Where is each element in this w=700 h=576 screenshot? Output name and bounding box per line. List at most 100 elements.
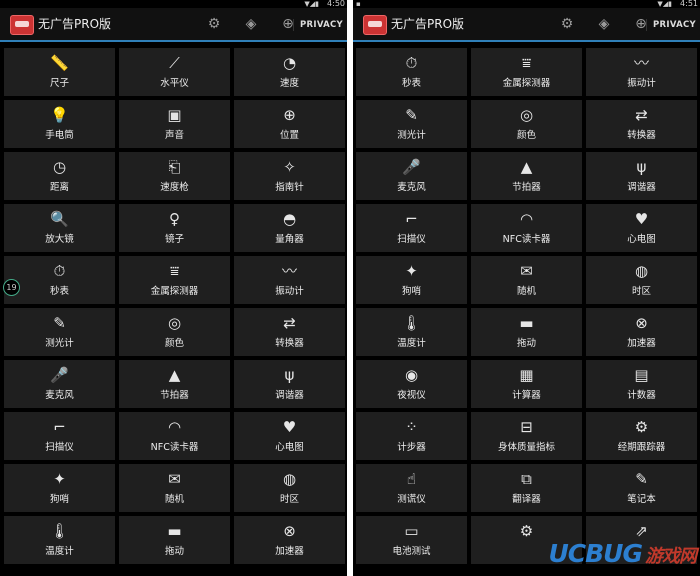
tool-tile[interactable]: ◍ 时区	[234, 464, 345, 512]
tool-label: 测光计	[45, 338, 74, 349]
tool-tile[interactable]: ◠ NFC读卡器	[119, 412, 230, 460]
tool-tile[interactable]: ✉ 随机	[471, 256, 582, 304]
dog-whistle-icon: ✦	[405, 262, 418, 280]
tool-tile[interactable]: 🌡 温度计	[356, 308, 467, 356]
tool-tile[interactable]: ⏱ 秒表	[356, 48, 467, 96]
tool-tile[interactable]: ◉ 夜视仪	[356, 360, 467, 408]
tool-label: 拖动	[164, 546, 184, 557]
tool-tile[interactable]: ✦ 狗哨	[356, 256, 467, 304]
tool-tile[interactable]: ✉ 随机	[119, 464, 230, 512]
tool-label: 转换器	[275, 338, 304, 349]
tool-tile[interactable]: ▤ 计数器	[586, 360, 697, 408]
tool-tile[interactable]: ⟋ 水平仪	[119, 48, 230, 96]
tool-label: 翻译器	[512, 494, 541, 505]
tool-tile[interactable]: 🌡 温度计	[4, 516, 115, 564]
tool-tile[interactable]: 〰振动计	[586, 48, 697, 96]
tool-tile[interactable]: ⇄ 转换器	[586, 100, 697, 148]
tool-tile[interactable]: ◓ 量角器	[234, 204, 345, 252]
left-screen: ▼◢▮ 4:50 无广告PRO版 ⚙ ◈ ⊕ PRIVACY 📏 尺子 ⟋ 水平仪 ◔ 速…	[0, 0, 347, 576]
tool-label: 心电图	[627, 234, 656, 245]
tool-tile[interactable]: ▣ 声音	[119, 100, 230, 148]
tool-label: 尺子	[49, 78, 69, 89]
lightbulb-icon: 💡	[50, 106, 69, 124]
privacy-button[interactable]: PRIVACY	[645, 19, 696, 31]
tool-label: 随机	[164, 494, 184, 505]
metal-detector-icon: ⩸	[169, 262, 180, 280]
tool-label: 时区	[279, 494, 299, 505]
tool-label: 计算器	[512, 390, 541, 401]
random-icon: ✉	[168, 470, 181, 488]
tool-label: 秒表	[49, 286, 69, 297]
metronome-icon: ▲	[520, 158, 533, 176]
tool-tile[interactable]: ▭ 电池测试	[356, 516, 467, 564]
tool-tile[interactable]: 🎤 麦克风	[356, 152, 467, 200]
tool-tile[interactable]: ⏱ 秒表	[4, 256, 115, 304]
car-icon: ▬	[167, 522, 182, 540]
tool-tile[interactable]: 🔍 放大镜	[4, 204, 115, 252]
privacy-button[interactable]: PRIVACY	[292, 19, 343, 31]
tool-tile[interactable]: ◔ 速度	[234, 48, 345, 96]
tool-tile[interactable]: ⧉ 翻译器	[471, 464, 582, 512]
tool-tile[interactable]: 💡 手电筒	[4, 100, 115, 148]
tool-tile[interactable]: ⊕ 位置	[234, 100, 345, 148]
tool-tile[interactable]: ◠ NFC读卡器	[471, 204, 582, 252]
tool-tile[interactable]: 📏 尺子	[4, 48, 115, 96]
tool-label: 声音	[164, 130, 184, 141]
tool-tile[interactable]: ▬ 拖动	[119, 516, 230, 564]
tool-tile[interactable]: ⌐ 扫描仪	[4, 412, 115, 460]
tool-label: 计步器	[397, 442, 426, 453]
tool-tile[interactable]: ▬ 拖动	[471, 308, 582, 356]
tool-tile[interactable]: ▦ 计算器	[471, 360, 582, 408]
tool-label: 金属探测器	[150, 286, 199, 297]
app-title: 无广告PRO版	[38, 17, 112, 31]
tool-tile[interactable]: 🎤 麦克风	[4, 360, 115, 408]
tool-tile[interactable]: 〰振动计	[234, 256, 345, 304]
tool-tile[interactable]: ⇄ 转换器	[234, 308, 345, 356]
tool-tile[interactable]: ⚙ 经期跟踪器	[586, 412, 697, 460]
tool-tile[interactable]: ψ 调谐器	[234, 360, 345, 408]
timezone-icon: ◍	[634, 262, 649, 280]
tool-tile[interactable]: ⊗ 加速器	[234, 516, 345, 564]
tool-tile[interactable]: ▲ 节拍器	[471, 152, 582, 200]
tool-tile[interactable]: ☝ 测谎仪	[356, 464, 467, 512]
navigate-icon[interactable]: ◈	[242, 15, 260, 33]
tool-tile[interactable]: ⁘ 计步器	[356, 412, 467, 460]
thermometer-icon: 🌡	[49, 522, 70, 540]
tool-label: 调谐器	[275, 390, 304, 401]
tool-label: 金属探测器	[502, 78, 551, 89]
compass-icon: ✧	[283, 158, 296, 176]
floating-badge[interactable]: 19	[3, 279, 20, 296]
tool-tile[interactable]: ✎ 测光计	[4, 308, 115, 356]
tool-tile[interactable]: ♥ 心电图	[586, 204, 697, 252]
tool-tile[interactable]: ✎ 笔记本	[586, 464, 697, 512]
converter-icon: ⇄	[635, 106, 648, 124]
navigate-icon[interactable]: ◈	[595, 15, 613, 33]
tool-tile[interactable]: ◷ 距离	[4, 152, 115, 200]
clock: 4:50	[327, 0, 345, 8]
tool-tile[interactable]: ψ 调谐器	[586, 152, 697, 200]
tool-tile[interactable]: ♥ 心电图	[234, 412, 345, 460]
calculator-icon: ▦	[519, 366, 534, 384]
tool-label: 颜色	[516, 130, 536, 141]
tool-tile[interactable]: ◎ 颜色	[119, 308, 230, 356]
watermark-brand: UCBUG	[548, 539, 643, 568]
tool-label: 振动计	[627, 78, 656, 89]
tool-tile[interactable]: ⩸ 金属探测器	[119, 256, 230, 304]
settings-icon[interactable]: ⚙	[205, 15, 223, 33]
tool-tile[interactable]: ⎗ 速度枪	[119, 152, 230, 200]
tool-label: 指南针	[275, 182, 304, 193]
tool-tile[interactable]: ⊟ 身体质量指标	[471, 412, 582, 460]
tool-tile[interactable]: ◎ 颜色	[471, 100, 582, 148]
tool-tile[interactable]: ♀ 镜子	[119, 204, 230, 252]
tool-label: 麦克风	[397, 182, 426, 193]
tool-tile[interactable]: ▲ 节拍器	[119, 360, 230, 408]
tool-tile[interactable]: ⊗ 加速器	[586, 308, 697, 356]
tool-tile[interactable]: ⌐ 扫描仪	[356, 204, 467, 252]
tool-tile[interactable]: ✧ 指南针	[234, 152, 345, 200]
tool-tile[interactable]: ◍ 时区	[586, 256, 697, 304]
settings-icon[interactable]: ⚙	[558, 15, 576, 33]
tool-tile[interactable]: ✦ 狗哨	[4, 464, 115, 512]
signal-icon: ▼◢▮	[657, 0, 672, 8]
tool-tile[interactable]: ⩸ 金属探测器	[471, 48, 582, 96]
tool-tile[interactable]: ✎ 测光计	[356, 100, 467, 148]
